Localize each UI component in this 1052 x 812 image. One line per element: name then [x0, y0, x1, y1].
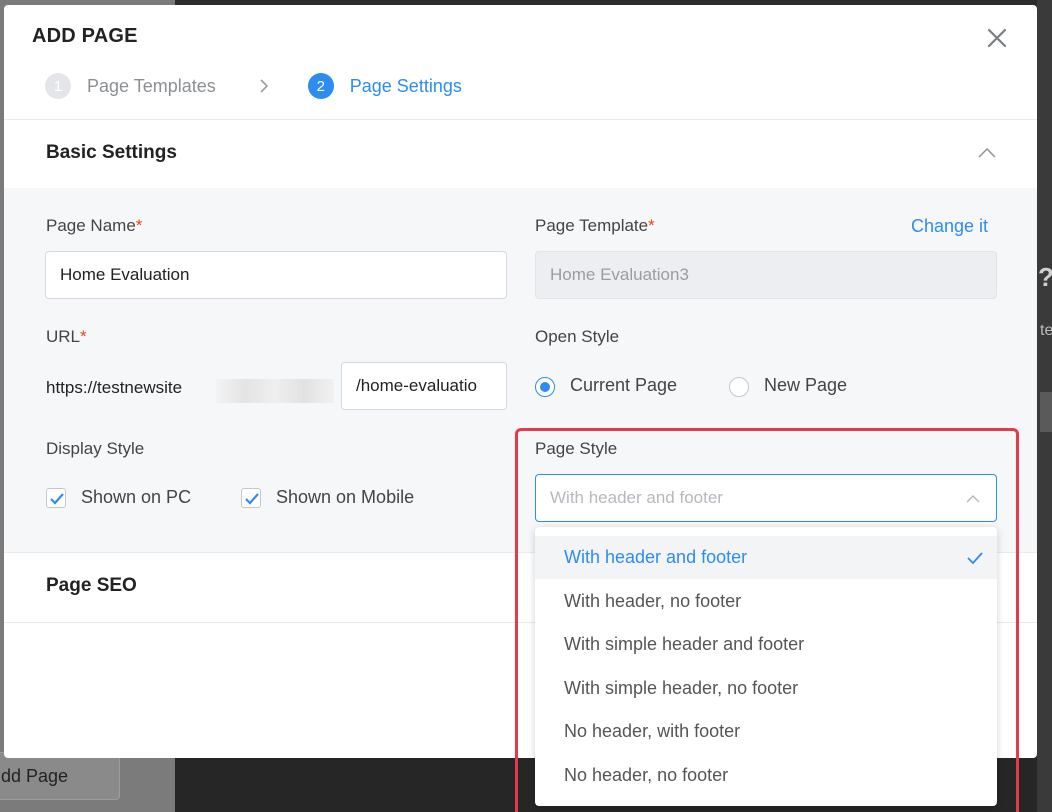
page-style-selected-value: With header and footer: [550, 488, 723, 507]
page-style-option[interactable]: No header, with footer: [535, 710, 997, 753]
page-style-label: Page Style: [535, 439, 618, 458]
url-label: URL*: [46, 327, 87, 346]
required-mark: *: [80, 327, 87, 346]
shown-on-mobile-label[interactable]: Shown on Mobile: [276, 487, 414, 508]
page-style-option[interactable]: With simple header and footer: [535, 623, 997, 666]
checkmark-icon: [967, 552, 983, 564]
page-style-option[interactable]: With simple header, no footer: [535, 667, 997, 710]
chevron-up-icon: [966, 495, 980, 503]
background-add-page-button: dd Page: [0, 752, 120, 800]
basic-settings-title: Basic Settings: [46, 142, 177, 163]
open-style-new-label[interactable]: New Page: [764, 375, 847, 396]
page-style-option[interactable]: With header, no footer: [535, 580, 997, 623]
steps-bar: 1 Page Templates 2 Page Settings: [45, 72, 462, 100]
background-partial-text: te: [1040, 322, 1052, 339]
open-style-new-radio[interactable]: [729, 377, 749, 397]
step-1-circle[interactable]: 1: [45, 73, 71, 99]
step-2-circle[interactable]: 2: [307, 73, 334, 99]
required-mark: *: [135, 216, 143, 235]
open-style-current-label[interactable]: Current Page: [570, 375, 677, 396]
check-icon: [50, 493, 64, 505]
background-box: [1040, 392, 1052, 432]
change-template-link[interactable]: Change it: [911, 216, 988, 237]
modal-title: ADD PAGE: [32, 25, 138, 47]
page-seo-title: Page SEO: [46, 575, 137, 596]
shown-on-pc-checkbox[interactable]: [46, 488, 66, 508]
step-2-label[interactable]: Page Settings: [350, 76, 462, 97]
page-name-input[interactable]: Home Evaluation: [45, 251, 507, 299]
chevron-right-icon: [260, 79, 268, 93]
required-mark: *: [648, 216, 655, 235]
page-name-label: Page Name*: [46, 216, 143, 235]
step-1-label[interactable]: Page Templates: [87, 76, 216, 97]
url-path-input[interactable]: /home-evaluatio: [341, 362, 507, 410]
shown-on-pc-label[interactable]: Shown on PC: [81, 487, 191, 508]
url-redacted-region: [216, 379, 334, 403]
page-style-dropdown: With header and footer With header, no f…: [535, 527, 997, 806]
page-style-option[interactable]: With header and footer: [535, 536, 997, 579]
page-style-select[interactable]: With header and footer: [535, 474, 997, 522]
page-template-input: Home Evaluation3: [535, 251, 997, 299]
background-question-mark: ?: [1038, 262, 1052, 293]
open-style-label: Open Style: [535, 327, 620, 346]
open-style-current-radio[interactable]: [535, 377, 555, 397]
shown-on-mobile-checkbox[interactable]: [241, 488, 261, 508]
check-icon: [245, 493, 259, 505]
close-icon[interactable]: [984, 25, 1010, 51]
url-prefix: https://testnewsite: [46, 378, 183, 397]
chevron-up-icon[interactable]: [977, 147, 997, 159]
page-style-option[interactable]: No header, no footer: [535, 754, 997, 797]
display-style-label: Display Style: [46, 439, 145, 458]
page-template-label: Page Template*: [535, 216, 655, 235]
